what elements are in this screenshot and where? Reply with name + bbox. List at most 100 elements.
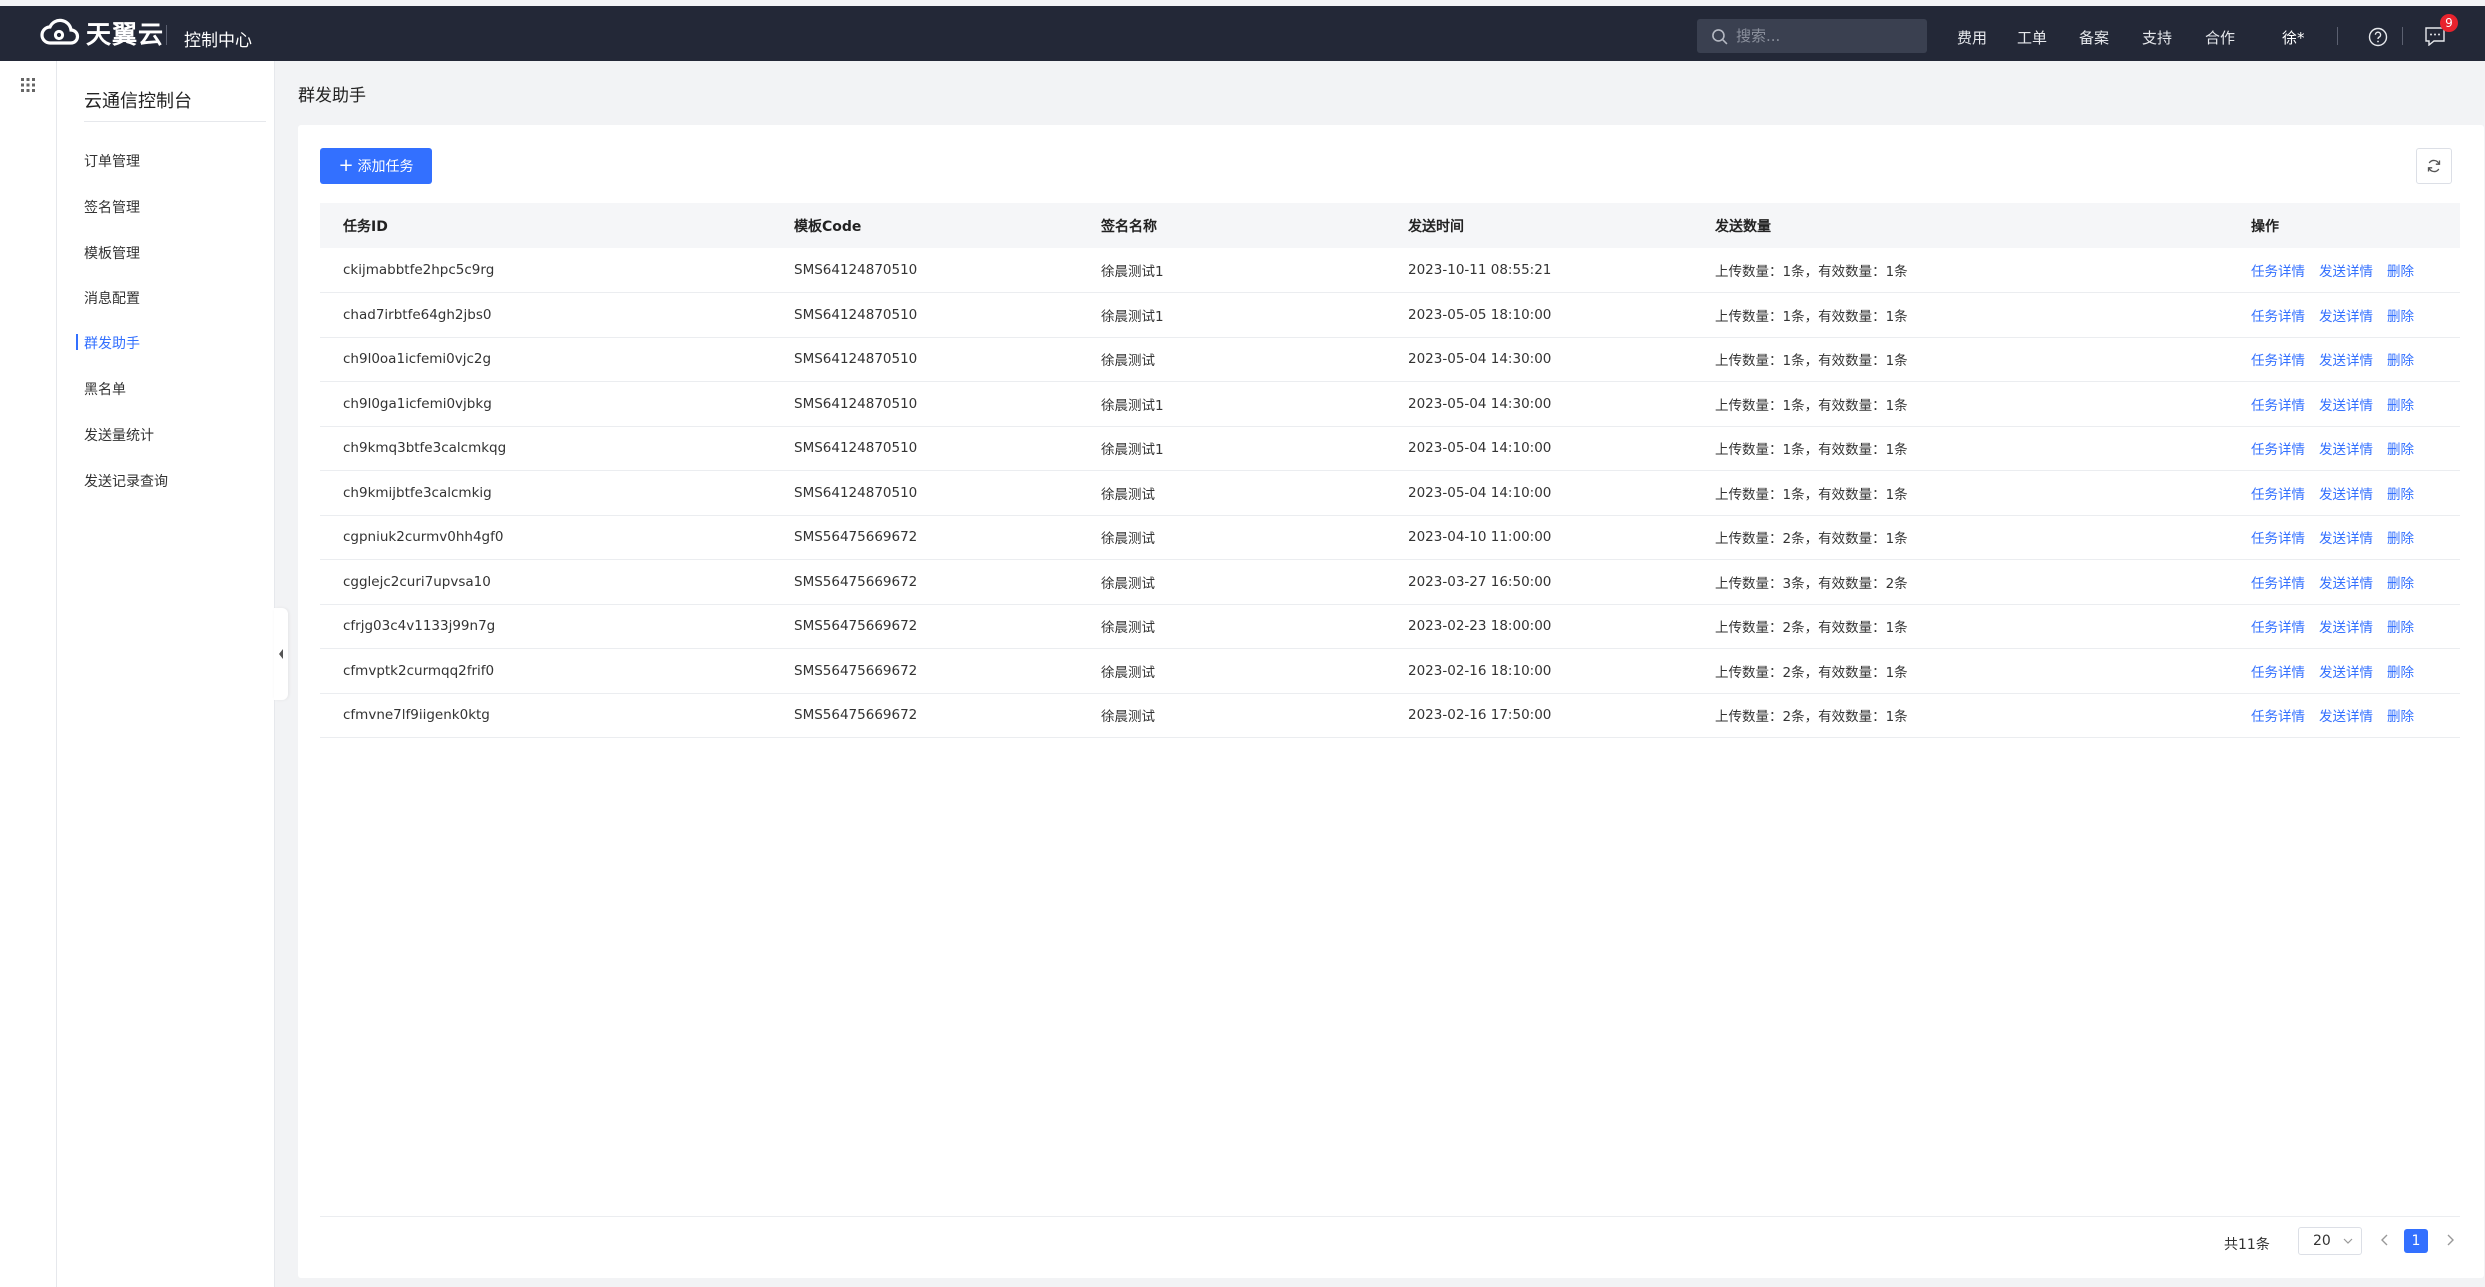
template-code-cell: SMS64124870510	[794, 440, 918, 457]
table-row: cgpniuk2curmv0hh4gf0 SMS56475669672 徐晨测试 20…	[320, 515, 2460, 560]
task-detail-link[interactable]: 任务详情	[2251, 487, 2305, 503]
nav-support[interactable]: 支持	[2142, 27, 2172, 48]
search-box[interactable]	[1697, 19, 1927, 53]
delete-link[interactable]: 删除	[2387, 576, 2414, 592]
nav-tickets[interactable]: 工单	[2017, 27, 2047, 48]
sign-name-cell: 徐晨测试1	[1101, 264, 1164, 280]
refresh-button[interactable]	[2416, 148, 2452, 184]
sidebar-item-message-config[interactable]: 消息配置	[84, 288, 140, 308]
actions-cell: 任务详情 发送详情 删除	[2228, 649, 2460, 694]
brand-name: 天翼云	[86, 20, 165, 49]
delete-link[interactable]: 删除	[2387, 531, 2414, 547]
task-id-cell: cfmvptk2curmqq2frif0	[343, 662, 495, 679]
task-detail-link[interactable]: 任务详情	[2251, 398, 2305, 414]
current-page[interactable]: 1	[2404, 1229, 2428, 1253]
sidebar-item-send-records[interactable]: 发送记录查询	[84, 471, 168, 491]
table-row: cfmvne7lf9iigenk0ktg SMS56475669672 徐晨测试 20…	[320, 693, 2460, 738]
send-count-cell: 上传数量：1条，有效数量：1条	[1715, 353, 1908, 370]
console-title[interactable]: 控制中心	[184, 26, 252, 51]
send-detail-link[interactable]: 发送详情	[2319, 576, 2373, 592]
task-detail-link[interactable]: 任务详情	[2251, 665, 2305, 681]
send-detail-link[interactable]: 发送详情	[2319, 309, 2373, 325]
send-time-cell: 2023-02-16 17:50:00	[1408, 707, 1552, 724]
header-send-count: 发送数量	[1715, 218, 1771, 235]
delete-link[interactable]: 删除	[2387, 487, 2414, 503]
delete-link[interactable]: 删除	[2387, 353, 2414, 369]
sidebar-item-signatures[interactable]: 签名管理	[84, 197, 140, 217]
user-name[interactable]: 徐*	[2282, 27, 2305, 48]
task-id-cell: ch9kmijbtfe3calcmkig	[343, 484, 492, 501]
sidebar-item-bulk-send[interactable]: 群发助手	[84, 333, 140, 353]
top-bar: 天翼云 控制中心 费用 工单 备案 支持 合作 徐* 9	[0, 6, 2485, 61]
template-code-cell: SMS56475669672	[794, 573, 918, 590]
table-row: ch9l0oa1icfemi0vjc2g SMS64124870510 徐晨测试 20…	[320, 337, 2460, 382]
chevron-down-icon	[2343, 1238, 2353, 1244]
task-table: 任务ID 模板Code 签名名称 发送时间 发送数量 操作 ckijmabbtf…	[320, 203, 2460, 738]
send-detail-link[interactable]: 发送详情	[2319, 442, 2373, 458]
task-detail-link[interactable]: 任务详情	[2251, 531, 2305, 547]
send-detail-link[interactable]: 发送详情	[2319, 487, 2373, 503]
delete-link[interactable]: 删除	[2387, 665, 2414, 681]
header-sign-name: 签名名称	[1101, 218, 1157, 235]
next-page-icon[interactable]	[2445, 1233, 2455, 1247]
send-time-cell: 2023-05-05 18:10:00	[1408, 306, 1552, 323]
sidebar-item-blacklist[interactable]: 黑名单	[84, 379, 126, 399]
delete-link[interactable]: 删除	[2387, 398, 2414, 414]
send-detail-link[interactable]: 发送详情	[2319, 264, 2373, 280]
delete-link[interactable]: 删除	[2387, 264, 2414, 280]
task-id-cell: ch9kmq3btfe3calcmkqg	[343, 440, 507, 457]
template-code-cell: SMS64124870510	[794, 484, 918, 501]
sign-name-cell: 徐晨测试1	[1101, 442, 1164, 459]
send-detail-link[interactable]: 发送详情	[2319, 353, 2373, 369]
send-detail-link[interactable]: 发送详情	[2319, 665, 2373, 681]
sidebar-item-orders[interactable]: 订单管理	[84, 151, 140, 171]
task-detail-link[interactable]: 任务详情	[2251, 709, 2305, 725]
send-detail-link[interactable]: 发送详情	[2319, 620, 2373, 636]
actions-cell: 任务详情 发送详情 删除	[2228, 337, 2460, 382]
task-id-cell: cgpniuk2curmv0hh4gf0	[343, 529, 504, 546]
send-count-cell: 上传数量：1条，有效数量：1条	[1715, 397, 1908, 414]
search-input[interactable]	[1734, 26, 1918, 46]
task-detail-link[interactable]: 任务详情	[2251, 576, 2305, 592]
sign-name-cell: 徐晨测试1	[1101, 308, 1164, 325]
active-indicator	[76, 334, 78, 350]
sign-name-cell: 徐晨测试	[1101, 575, 1155, 592]
apps-grid-icon[interactable]	[20, 77, 36, 93]
task-detail-link[interactable]: 任务详情	[2251, 620, 2305, 636]
help-icon[interactable]	[2368, 27, 2388, 47]
cloud-logo-icon	[40, 18, 80, 45]
sidebar-collapse-toggle[interactable]	[274, 608, 288, 700]
task-detail-link[interactable]: 任务详情	[2251, 353, 2305, 369]
task-id-cell: ch9l0ga1icfemi0vjbkg	[343, 395, 492, 412]
prev-page-icon[interactable]	[2380, 1233, 2390, 1247]
delete-link[interactable]: 删除	[2387, 709, 2414, 725]
nav-partner[interactable]: 合作	[2205, 27, 2235, 48]
delete-link[interactable]: 删除	[2387, 442, 2414, 458]
template-code-cell: SMS64124870510	[794, 262, 918, 278]
sidebar-divider	[84, 121, 266, 122]
send-time-cell: 2023-10-11 08:55:21	[1408, 262, 1552, 278]
sidebar-item-send-stats[interactable]: 发送量统计	[84, 425, 154, 445]
page-size-select[interactable]: 20	[2298, 1227, 2362, 1255]
table-row: chad7irbtfe64gh2jbs0 SMS64124870510 徐晨测试1 2…	[320, 293, 2460, 337]
task-detail-link[interactable]: 任务详情	[2251, 264, 2305, 280]
send-detail-link[interactable]: 发送详情	[2319, 398, 2373, 414]
send-time-cell: 2023-03-27 16:50:00	[1408, 573, 1552, 590]
send-detail-link[interactable]: 发送详情	[2319, 531, 2373, 547]
table-row: ch9l0ga1icfemi0vjbkg SMS64124870510 徐晨测试1 2…	[320, 382, 2460, 426]
task-detail-link[interactable]: 任务详情	[2251, 309, 2305, 325]
task-id-cell: cfmvne7lf9iigenk0ktg	[343, 707, 490, 724]
task-detail-link[interactable]: 任务详情	[2251, 442, 2305, 458]
template-code-cell: SMS64124870510	[794, 306, 918, 323]
nav-filing[interactable]: 备案	[2079, 27, 2109, 48]
delete-link[interactable]: 删除	[2387, 620, 2414, 636]
delete-link[interactable]: 删除	[2387, 309, 2414, 325]
template-code-cell: SMS64124870510	[794, 395, 918, 412]
sidebar-item-templates[interactable]: 模板管理	[84, 243, 140, 263]
send-detail-link[interactable]: 发送详情	[2319, 709, 2373, 725]
brand-logo[interactable]: 天翼云	[38, 16, 164, 50]
send-count-cell: 上传数量：1条，有效数量：1条	[1715, 486, 1908, 503]
send-count-cell: 上传数量：1条，有效数量：1条	[1715, 442, 1908, 459]
add-task-button[interactable]: + 添加任务	[320, 148, 432, 184]
nav-fees[interactable]: 费用	[1957, 27, 1987, 48]
